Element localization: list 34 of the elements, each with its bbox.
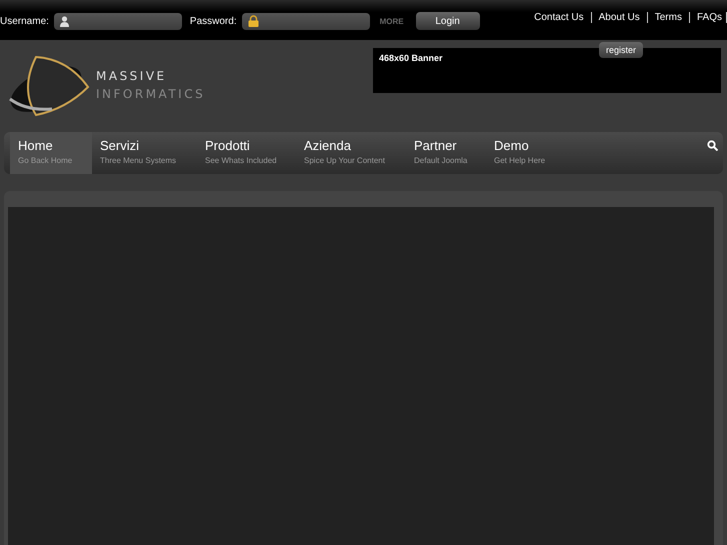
username-label: Username: xyxy=(0,16,49,26)
nav-subtitle: Three Menu Systems xyxy=(100,156,178,165)
top-link[interactable]: Terms xyxy=(648,12,690,22)
lock-icon xyxy=(248,15,259,27)
more-link[interactable]: MORE xyxy=(380,16,404,26)
logo-text: INFORMATICS xyxy=(96,86,206,103)
top-link[interactable]: Contact Us xyxy=(527,12,592,22)
nav-item[interactable]: Azienda Spice Up Your Content xyxy=(296,132,406,174)
nav-subtitle: See Whats Included xyxy=(205,156,278,165)
login-button[interactable]: Login xyxy=(416,12,480,30)
nav-label: Home xyxy=(18,138,54,153)
search-icon[interactable] xyxy=(707,140,718,151)
nav-label: Servizi xyxy=(100,138,140,153)
nav-item[interactable]: Demo Get Help Here xyxy=(486,132,566,174)
logo-text: MASSIVE xyxy=(96,68,168,85)
username-field[interactable] xyxy=(54,12,182,30)
nav-subtitle: Spice Up Your Content xyxy=(304,156,386,165)
nav-item[interactable]: Prodotti See Whats Included xyxy=(197,132,296,174)
nav-subtitle: Default Joomla xyxy=(414,156,468,165)
nav-item[interactable]: Home Go Back Home xyxy=(10,132,92,174)
nav-label: Prodotti xyxy=(205,138,251,153)
top-link[interactable]: About Us xyxy=(592,12,648,22)
password-field[interactable] xyxy=(242,12,370,30)
nav-item[interactable]: Servizi Three Menu Systems xyxy=(92,132,197,174)
nav-subtitle: Go Back Home xyxy=(18,156,74,165)
top-link[interactable]: FAQs xyxy=(690,12,727,22)
register-button[interactable]: register xyxy=(599,42,643,58)
nav-label: Demo xyxy=(494,138,530,153)
nav-label: Azienda xyxy=(304,138,352,153)
nav-item[interactable]: Partner Default Joomla xyxy=(406,132,486,174)
user-icon xyxy=(60,16,69,26)
nav-subtitle: Get Help Here xyxy=(494,156,546,165)
password-label: Password: xyxy=(190,16,237,26)
nav-label: Partner xyxy=(414,138,458,153)
